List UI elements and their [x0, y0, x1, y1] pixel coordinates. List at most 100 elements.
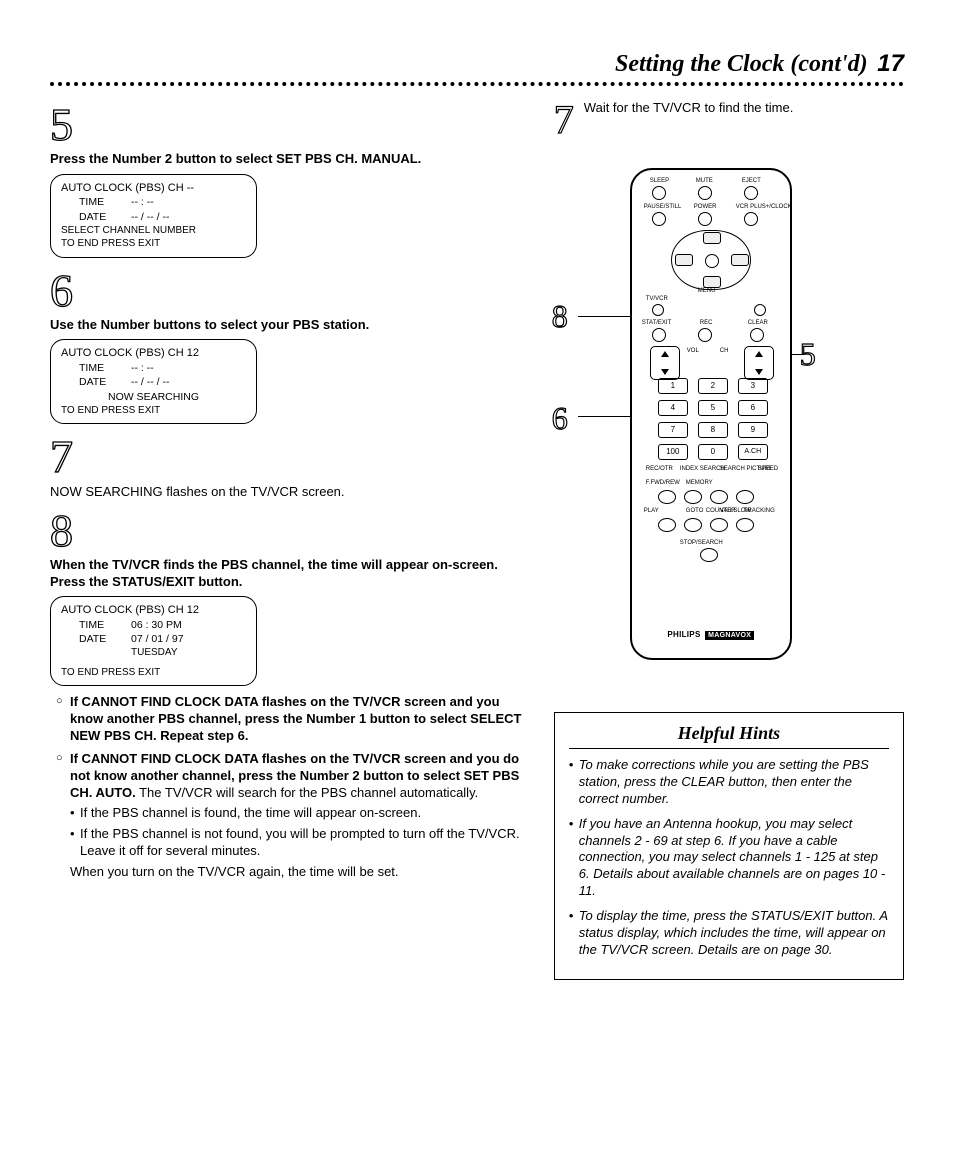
rec-button: [698, 328, 712, 342]
step-number-7: 7: [50, 436, 73, 477]
transport-btn-1: [658, 490, 676, 504]
brand-philips: PHILIPS: [667, 630, 700, 639]
label-menu: MENU: [698, 288, 716, 294]
pause-still-button: [652, 212, 666, 226]
sub-note-1: If the PBS channel is found, the time wi…: [70, 805, 524, 822]
transport-btn-8: [736, 518, 754, 532]
label-speed: SPEED: [758, 466, 778, 472]
label-fwd-rew: F.FWD/REW: [646, 480, 680, 486]
step-8-instruction: When the TV/VCR finds the PBS channel, t…: [50, 557, 524, 590]
step-5-instruction: Press the Number 2 button to select SET …: [50, 151, 524, 167]
remote-brand: PHILIPS MAGNAVOX: [632, 630, 790, 640]
osd-display-step6: AUTO CLOCK (PBS) CH 12 TIME-- : -- DATE-…: [50, 339, 257, 424]
numpad-9: 9: [738, 422, 768, 438]
label-eject: EJECT: [742, 178, 761, 184]
nav-left: [675, 254, 693, 266]
osd6-date-value: -- / -- / --: [131, 375, 169, 389]
sub-note-list: If the PBS channel is found, the time wi…: [70, 805, 524, 860]
remote-callout-6: 6: [552, 400, 568, 437]
osd6-time-label: TIME: [61, 361, 131, 375]
label-power: POWER: [694, 204, 717, 210]
numpad-ach: A.CH: [738, 444, 768, 460]
osd8-date-value: 07 / 01 / 97: [131, 632, 184, 646]
label-vcrplus: VCR PLUS+/CLOCK: [736, 204, 792, 210]
note-item-2-tail: The TV/VCR will search for the PBS chann…: [136, 785, 479, 800]
nav-down: [703, 276, 721, 288]
osd6-status: NOW SEARCHING: [61, 390, 246, 404]
osd5-header: AUTO CLOCK (PBS) CH --: [61, 181, 246, 196]
transport-btn-5: [658, 518, 676, 532]
transport-btn-3: [710, 490, 728, 504]
notes-list: If CANNOT FIND CLOCK DATA flashes on the…: [56, 694, 524, 881]
transport-btn-4: [736, 490, 754, 504]
osd5-footer1: SELECT CHANNEL NUMBER: [61, 224, 246, 238]
numpad-5: 5: [698, 400, 728, 416]
page-header: Setting the Clock (cont'd) 17: [50, 50, 904, 86]
numpad-2: 2: [698, 378, 728, 394]
label-play: PLAY: [644, 508, 659, 514]
eject-button: [744, 186, 758, 200]
note-item-1: If CANNOT FIND CLOCK DATA flashes on the…: [56, 694, 524, 745]
sub-note-2: If the PBS channel is not found, you wil…: [70, 826, 524, 860]
rec-otr-button: [754, 304, 766, 316]
transport-btn-6: [684, 518, 702, 532]
clear-button: [750, 328, 764, 342]
label-tvvcr: TV/VCR: [646, 296, 668, 302]
numpad-100: 100: [658, 444, 688, 460]
transport-btn-7: [710, 518, 728, 532]
right-step-7-text: Wait for the TV/VCR to find the time.: [584, 100, 794, 115]
page-title-text: Setting the Clock (cont'd): [615, 51, 868, 77]
osd5-date-label: DATE: [61, 210, 131, 224]
remote-diagram: 8 6 5 SLEEP MUTE EJECT PAUSE/STILL POWER: [554, 168, 904, 688]
numpad-8: 8: [698, 422, 728, 438]
osd8-date-label: DATE: [61, 632, 131, 646]
label-clear: CLEAR: [748, 320, 768, 326]
osd6-footer: TO END PRESS EXIT: [61, 404, 246, 418]
osd5-date-value: -- / -- / --: [131, 210, 169, 224]
osd5-time-value: -- : --: [131, 195, 154, 209]
helpful-hints-list: To make corrections while you are settin…: [569, 757, 889, 959]
osd8-header: AUTO CLOCK (PBS) CH 12: [61, 603, 246, 618]
sub-note-after: When you turn on the TV/VCR again, the t…: [70, 864, 524, 881]
osd8-day: TUESDAY: [61, 646, 246, 660]
menu-nav-pad: [671, 230, 751, 290]
left-column: 5 Press the Number 2 button to select SE…: [50, 100, 524, 980]
nav-up: [703, 232, 721, 244]
label-stop-search: STOP/SEARCH: [680, 540, 723, 546]
step-number-8: 8: [50, 510, 73, 551]
right-step-7-number: 7: [554, 100, 574, 140]
hint-2: If you have an Antenna hookup, you may s…: [569, 816, 889, 900]
numpad-6: 6: [738, 400, 768, 416]
sleep-button: [652, 186, 666, 200]
remote-callout-8: 8: [552, 298, 568, 335]
mute-button: [698, 186, 712, 200]
osd-display-step8: AUTO CLOCK (PBS) CH 12 TIME06 : 30 PM DA…: [50, 596, 257, 686]
osd-display-step5: AUTO CLOCK (PBS) CH -- TIME-- : -- DATE-…: [50, 174, 257, 258]
osd8-time-label: TIME: [61, 618, 131, 632]
transport-btn-2: [684, 490, 702, 504]
hint-1: To make corrections while you are settin…: [569, 757, 889, 808]
vol-rocker: [650, 346, 680, 380]
label-ch: CH: [720, 348, 729, 354]
note-item-1-text: If CANNOT FIND CLOCK DATA flashes on the…: [70, 694, 521, 743]
tvvcr-button: [652, 304, 664, 316]
page-number: 17: [877, 50, 904, 77]
label-goto: GOTO: [686, 508, 704, 514]
label-vol: VOL: [687, 348, 699, 354]
step-number-5: 5: [50, 104, 73, 145]
numpad-0: 0: [698, 444, 728, 460]
vcrplus-button: [744, 212, 758, 226]
helpful-hints-box: Helpful Hints To make corrections while …: [554, 712, 904, 980]
label-rec-otr2: REC/OTR: [646, 466, 673, 472]
brand-magnavox: MAGNAVOX: [705, 631, 754, 640]
right-step-7: 7 Wait for the TV/VCR to find the time.: [554, 100, 904, 140]
note-item-2: If CANNOT FIND CLOCK DATA flashes on the…: [56, 751, 524, 881]
label-sleep: SLEEP: [650, 178, 669, 184]
power-button: [698, 212, 712, 226]
remote-control-illustration: SLEEP MUTE EJECT PAUSE/STILL POWER VCR P…: [630, 168, 792, 660]
remote-callout-5: 5: [800, 336, 816, 373]
osd6-header: AUTO CLOCK (PBS) CH 12: [61, 346, 246, 361]
ch-rocker: [744, 346, 774, 380]
label-tracking: TRACKING: [744, 508, 775, 514]
nav-center: [705, 254, 719, 268]
